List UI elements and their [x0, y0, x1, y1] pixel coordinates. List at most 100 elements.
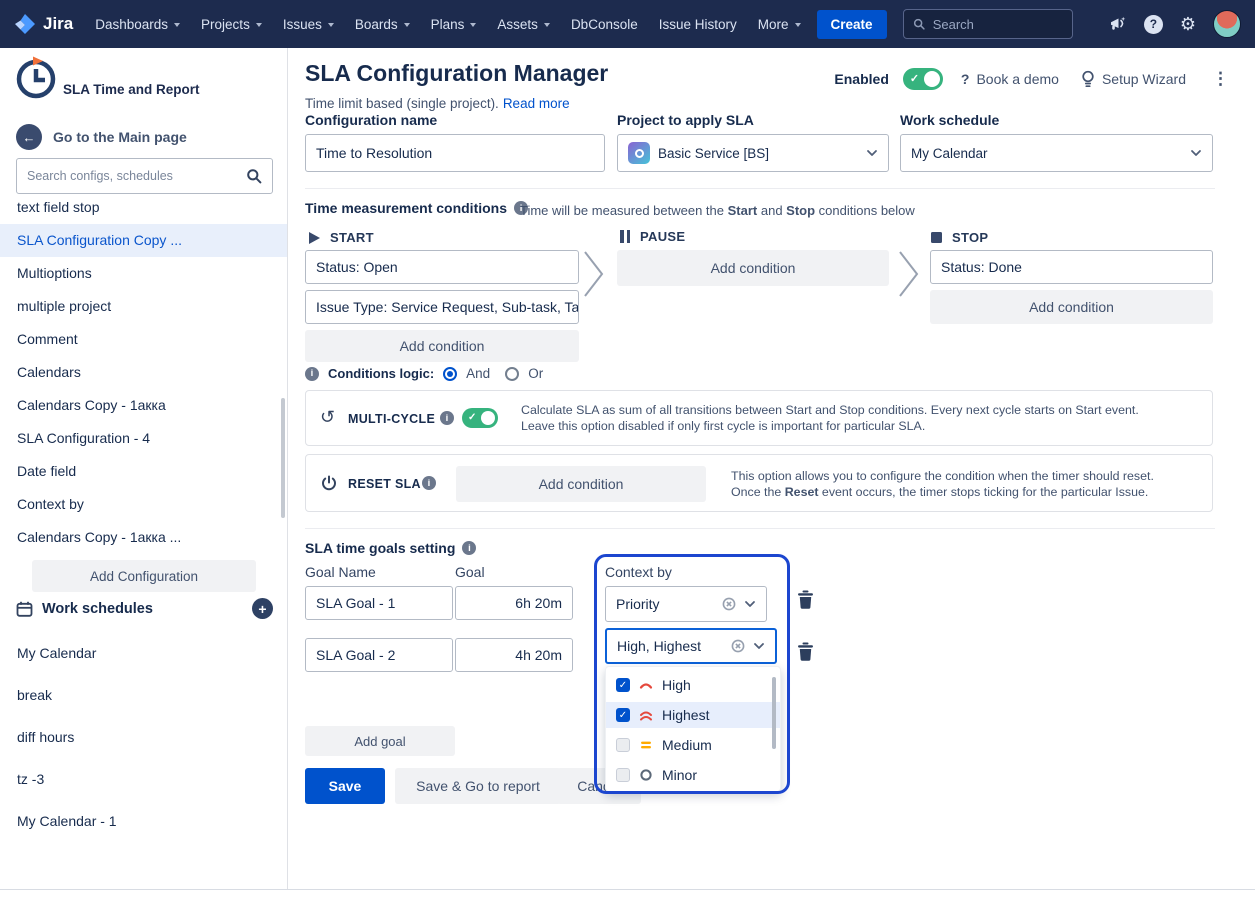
help-icon[interactable]: ?: [1144, 15, 1163, 34]
sidebar-scrollbar[interactable]: [281, 398, 285, 518]
checkbox-checked[interactable]: ✓: [616, 678, 630, 692]
goal-value-input[interactable]: [455, 586, 573, 620]
config-item[interactable]: text field stop: [0, 191, 287, 224]
priority-option-minor[interactable]: Minor: [606, 762, 780, 788]
config-name-input[interactable]: [305, 134, 605, 172]
info-icon[interactable]: i: [462, 541, 476, 555]
reset-add-condition-button[interactable]: Add condition: [456, 466, 706, 502]
context-values-value: High, Highest: [617, 638, 723, 654]
add-configuration-button[interactable]: Add Configuration: [32, 560, 256, 592]
schedule-item[interactable]: tz -3: [0, 758, 287, 800]
sidebar-search-input[interactable]: [27, 169, 238, 183]
nav-boards[interactable]: Boards: [355, 17, 410, 32]
schedule-list: My Calendar break diff hours tz -3 My Ca…: [0, 632, 287, 842]
nav-issue-history[interactable]: Issue History: [659, 17, 737, 32]
config-item[interactable]: multiple project: [0, 290, 287, 323]
sidebar-search[interactable]: [16, 158, 273, 194]
start-condition-chip[interactable]: Status: Open: [305, 250, 579, 284]
nav-projects[interactable]: Projects: [201, 17, 262, 32]
read-more-link[interactable]: Read more: [503, 96, 570, 111]
jira-home-link[interactable]: Jira: [14, 13, 73, 35]
schedule-item[interactable]: diff hours: [0, 716, 287, 758]
schedule-item[interactable]: break: [0, 674, 287, 716]
check-icon: ✓: [910, 72, 919, 86]
config-item[interactable]: Context by: [0, 488, 287, 521]
config-item[interactable]: Multioptions: [0, 257, 287, 290]
schedule-item[interactable]: My Calendar: [0, 632, 287, 674]
start-add-condition-button[interactable]: Add condition: [305, 330, 579, 362]
config-item[interactable]: Comment: [0, 323, 287, 356]
add-goal-button[interactable]: Add goal: [305, 726, 455, 756]
stop-add-condition-button[interactable]: Add condition: [930, 290, 1213, 324]
delete-goal-button[interactable]: [795, 640, 816, 666]
create-button[interactable]: Create: [817, 10, 887, 39]
config-item[interactable]: Calendars Copy - 1акка ...: [0, 521, 287, 554]
checkbox-unchecked[interactable]: [616, 738, 630, 752]
conditions-helper-text: Time will be measured between the Start …: [520, 203, 915, 218]
add-schedule-icon[interactable]: +: [252, 598, 273, 619]
dropdown-scrollbar[interactable]: [772, 677, 776, 749]
config-item[interactable]: Calendars: [0, 356, 287, 389]
priority-dropdown: ✓ High ✓ Highest: [605, 666, 781, 792]
stop-icon: [931, 232, 942, 243]
stop-condition-chip[interactable]: Status: Done: [930, 250, 1213, 284]
info-icon[interactable]: i: [422, 476, 436, 490]
priority-option-high[interactable]: ✓ High: [606, 672, 780, 698]
project-select[interactable]: Basic Service [BS]: [617, 134, 889, 172]
nav-more[interactable]: More: [758, 17, 801, 32]
nav-assets[interactable]: Assets: [497, 17, 550, 32]
announcements-icon[interactable]: [1109, 16, 1127, 32]
delete-goal-button[interactable]: [795, 588, 816, 614]
goal-value-input[interactable]: [455, 638, 573, 672]
context-field-select[interactable]: Priority: [605, 586, 767, 622]
trash-icon: [797, 590, 814, 609]
clear-icon[interactable]: [731, 639, 745, 653]
context-values-select[interactable]: High, Highest: [605, 628, 777, 664]
back-to-main-link[interactable]: ← Go to the Main page: [16, 124, 187, 150]
conditions-section-title: Time measurement conditions i: [305, 200, 528, 216]
logic-or-radio[interactable]: [505, 367, 519, 381]
checkbox-unchecked[interactable]: [616, 768, 630, 782]
nav-dbconsole[interactable]: DbConsole: [571, 17, 638, 32]
multi-cycle-toggle[interactable]: ✓: [462, 408, 498, 428]
multi-cycle-box: ↺ MULTI-CYCLE i ✓ Calculate SLA as sum o…: [305, 390, 1213, 446]
goal-name-input[interactable]: [305, 586, 453, 620]
info-icon[interactable]: i: [305, 367, 319, 381]
info-icon[interactable]: i: [440, 411, 454, 425]
enabled-label: Enabled: [834, 71, 888, 87]
save-button[interactable]: Save: [305, 768, 385, 804]
gear-icon[interactable]: ⚙: [1180, 15, 1196, 33]
start-condition-chip[interactable]: Issue Type: Service Request, Sub-task, T…: [305, 290, 579, 324]
user-avatar[interactable]: [1213, 10, 1241, 38]
nav-plans[interactable]: Plans: [431, 17, 477, 32]
goal-name-input[interactable]: [305, 638, 453, 672]
nav-issues[interactable]: Issues: [283, 17, 334, 32]
navbar-icons: ? ⚙: [1109, 10, 1241, 38]
logic-and-radio[interactable]: [443, 367, 457, 381]
book-demo-button[interactable]: ? Book a demo: [957, 65, 1063, 93]
app-name: SLA Time and Report: [63, 82, 200, 100]
save-go-report-button[interactable]: Save & Go to report: [395, 768, 561, 804]
more-menu-icon[interactable]: ⋮: [1204, 65, 1237, 93]
work-schedules-header: Work schedules +: [16, 598, 273, 619]
navbar-search[interactable]: [903, 9, 1073, 39]
work-schedule-select[interactable]: My Calendar: [900, 134, 1213, 172]
navbar-search-input[interactable]: [933, 17, 1063, 32]
schedule-item[interactable]: My Calendar - 1: [0, 800, 287, 842]
priority-option-medium[interactable]: Medium: [606, 732, 780, 758]
toggle-knob: [924, 71, 940, 87]
work-schedule-label: Work schedule: [900, 112, 999, 128]
config-item[interactable]: SLA Configuration - 4: [0, 422, 287, 455]
checkbox-checked[interactable]: ✓: [616, 708, 630, 722]
pause-add-condition-button[interactable]: Add condition: [617, 250, 889, 286]
question-mark-icon: ?: [961, 71, 970, 87]
enabled-toggle[interactable]: ✓: [903, 68, 943, 90]
setup-wizard-button[interactable]: Setup Wizard: [1077, 64, 1190, 94]
config-item-selected[interactable]: SLA Configuration Copy ...: [0, 224, 287, 257]
config-item[interactable]: Date field: [0, 455, 287, 488]
nav-dashboards[interactable]: Dashboards: [95, 17, 180, 32]
config-item[interactable]: Calendars Copy - 1акка: [0, 389, 287, 422]
search-icon: [913, 17, 925, 31]
clear-icon[interactable]: [722, 597, 736, 611]
priority-option-highest[interactable]: ✓ Highest: [606, 702, 780, 728]
